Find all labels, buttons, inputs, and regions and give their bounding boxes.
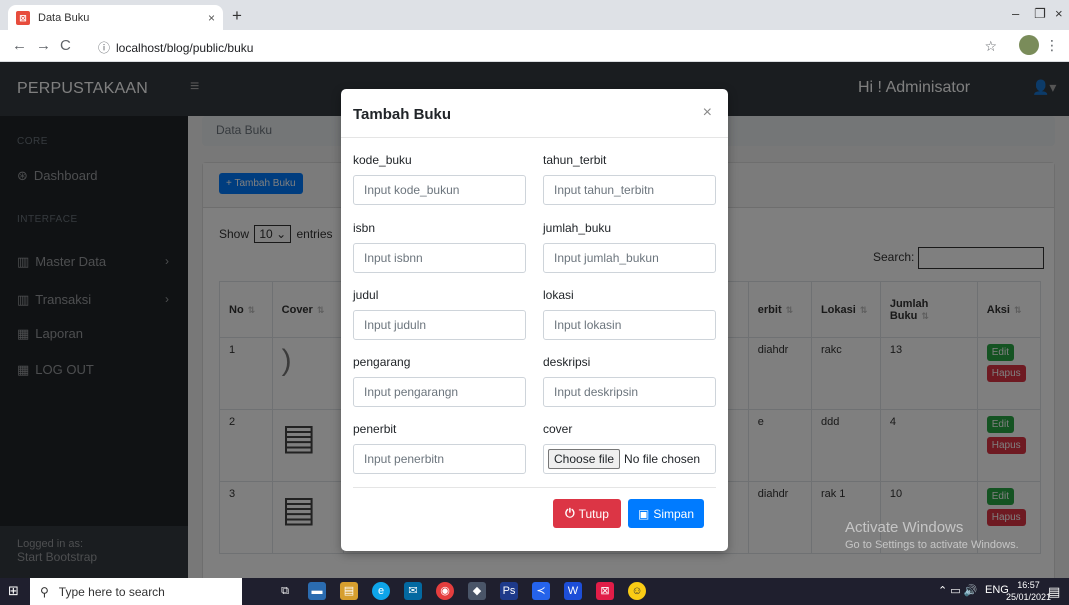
cover-file-input[interactable]: Choose file No file chosen [543,444,716,474]
activate-windows-hint: Go to Settings to activate Windows. [845,539,1019,551]
kode-buku-input[interactable]: Input kode_bukun [353,175,526,205]
browser-tab[interactable]: ⊠ Data Buku × [8,5,223,30]
jumlah-buku-label: jumlah_buku [543,221,612,235]
judul-input[interactable]: Input juduln [353,310,526,340]
isbn-label: isbn [353,221,376,235]
windows-taskbar: ⊞ ⚲ Type here to search ⧉ ▬ ▤ e ✉ ◉ ◆ Ps … [0,578,1069,605]
photoshop-icon[interactable]: Ps [500,582,518,600]
address-bar: ← → C ⓘ localhost/blog/public/buku ☆ ⋮ [0,30,1069,62]
maximize-icon[interactable]: ❐ [1034,6,1046,22]
app-favicon-icon: ⊠ [16,10,30,25]
task-view-icon[interactable]: ⧉ [276,582,294,600]
choose-file-button[interactable]: Choose file [548,449,621,469]
back-icon[interactable]: ← [12,37,27,54]
close-window-icon[interactable]: × [1055,6,1063,21]
deskripsi-label: deskripsi [543,355,591,369]
explorer-icon[interactable]: ▬ [308,582,326,600]
emoji-app-icon[interactable]: ☺ [628,582,646,600]
tutup-button[interactable]: ⏻ Tutup [553,499,621,528]
store-icon[interactable]: ▤ [340,582,358,600]
minimize-icon[interactable]: – [1012,6,1019,21]
new-tab-button[interactable]: + [232,6,242,26]
vscode-icon[interactable]: ≺ [532,582,550,600]
file-status: No file chosen [624,452,701,466]
kode-buku-label: kode_buku [353,153,412,167]
bookmark-star-icon[interactable]: ☆ [984,38,997,55]
penerbit-label: penerbit [353,422,397,436]
tahun-terbit-input[interactable]: Input tahun_terbitn [543,175,716,205]
lokasi-label: lokasi [543,288,574,302]
modal-divider [341,137,728,138]
cover-label: cover [543,422,573,436]
search-icon: ⚲ [40,584,49,599]
judul-label: judul [353,288,379,302]
tahun-terbit-label: tahun_terbit [543,153,607,167]
url-field[interactable]: ⓘ localhost/blog/public/buku [98,39,253,56]
profile-avatar[interactable] [1019,35,1039,55]
lokasi-input[interactable]: Input lokasin [543,310,716,340]
browser-menu-icon[interactable]: ⋮ [1045,37,1059,54]
taskbar-search[interactable]: ⚲ Type here to search [30,578,242,605]
modal-close-icon[interactable]: × [703,104,712,122]
reload-icon[interactable]: C [60,37,71,54]
jumlah-buku-input[interactable]: Input jumlah_bukun [543,243,716,273]
forward-icon[interactable]: → [36,37,51,54]
url-text: localhost/blog/public/buku [116,41,254,55]
pengarang-input[interactable]: Input pengarangn [353,377,526,407]
taskbar-clock[interactable]: 16:57 25/01/2021 [1006,579,1051,603]
browser-tabbar: ⊠ Data Buku × + – ❐ × [0,0,1069,30]
edge-icon[interactable]: e [372,582,390,600]
system-tray-icons[interactable]: ⌃ ▭ 🔊 [938,584,977,597]
tab-close-icon[interactable]: × [208,11,215,25]
word-icon[interactable]: W [564,582,582,600]
add-book-modal: Tambah Buku × kode_buku Input kode_bukun… [341,89,728,551]
penerbit-input[interactable]: Input penerbitn [353,444,526,474]
taskbar-search-placeholder: Type here to search [58,584,165,599]
simpan-label: Simpan [653,506,695,521]
clock-time: 16:57 [1017,580,1040,590]
mail-icon[interactable]: ✉ [404,582,422,600]
tab-title: Data Buku [38,11,90,24]
notifications-icon[interactable]: ▤ [1048,584,1060,600]
info-icon: ⓘ [98,41,111,55]
save-icon: ▣ [637,506,650,521]
isbn-input[interactable]: Input isbnn [353,243,526,273]
deskripsi-input[interactable]: Input deskripsin [543,377,716,407]
modal-footer-divider [353,487,716,488]
power-icon: ⏻ [565,506,575,520]
chrome-icon[interactable]: ◉ [436,582,454,600]
activate-windows-watermark: Activate Windows [845,519,964,536]
tutup-label: Tutup [578,506,609,521]
pengarang-label: pengarang [353,355,411,369]
simpan-button[interactable]: ▣ Simpan [628,499,704,528]
app-icon[interactable]: ◆ [468,582,486,600]
clock-date: 25/01/2021 [1006,592,1052,602]
app-favicon-icon[interactable]: ⊠ [596,582,614,600]
modal-title: Tambah Buku [353,106,452,123]
windows-start-icon[interactable]: ⊞ [8,583,19,599]
